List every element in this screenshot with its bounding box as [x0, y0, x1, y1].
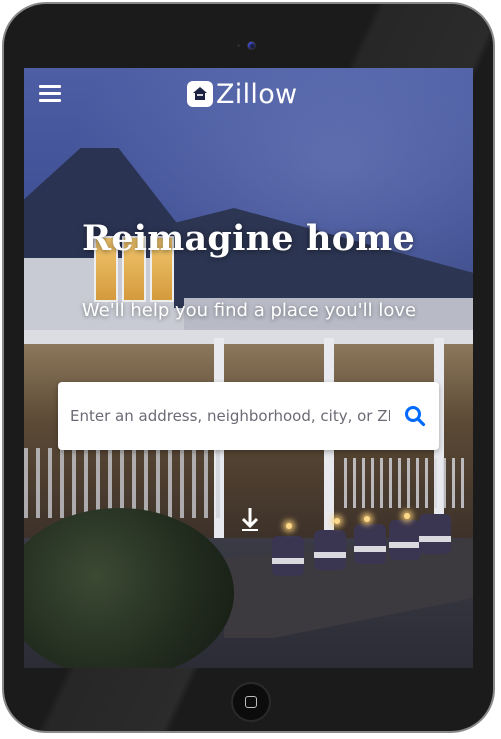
app-screen: Zillow Reimagine home We'll help you fin… [24, 68, 473, 668]
down-arrow-icon[interactable] [240, 506, 260, 532]
pillow [272, 536, 304, 576]
menu-bar [39, 85, 61, 88]
search-input[interactable] [68, 406, 392, 426]
menu-bar [39, 99, 61, 102]
candle-light [286, 523, 292, 529]
search-bar [58, 382, 439, 450]
magnifier-icon[interactable] [403, 404, 427, 428]
house-logo-icon [187, 81, 213, 107]
hero-subheadline: We'll help you find a place you'll love [81, 300, 417, 321]
front-camera [248, 42, 255, 49]
pillow [354, 524, 386, 564]
home-button[interactable] [231, 682, 271, 722]
candle-light [404, 513, 410, 519]
zillow-logo[interactable]: Zillow [187, 78, 297, 110]
logo-text: Zillow [216, 78, 298, 110]
porch-ceiling [24, 330, 473, 344]
hamburger-menu-icon[interactable] [39, 85, 61, 103]
pillow [389, 520, 421, 560]
pillow [419, 514, 451, 554]
porch-chairs [344, 458, 464, 508]
pillow [314, 530, 346, 570]
home-button-icon [245, 696, 257, 708]
hero-headline: Reimagine home [82, 218, 415, 259]
menu-bar [39, 92, 61, 95]
sensor-dot [237, 44, 240, 47]
candle-light [364, 516, 370, 522]
candle-light [334, 518, 340, 524]
